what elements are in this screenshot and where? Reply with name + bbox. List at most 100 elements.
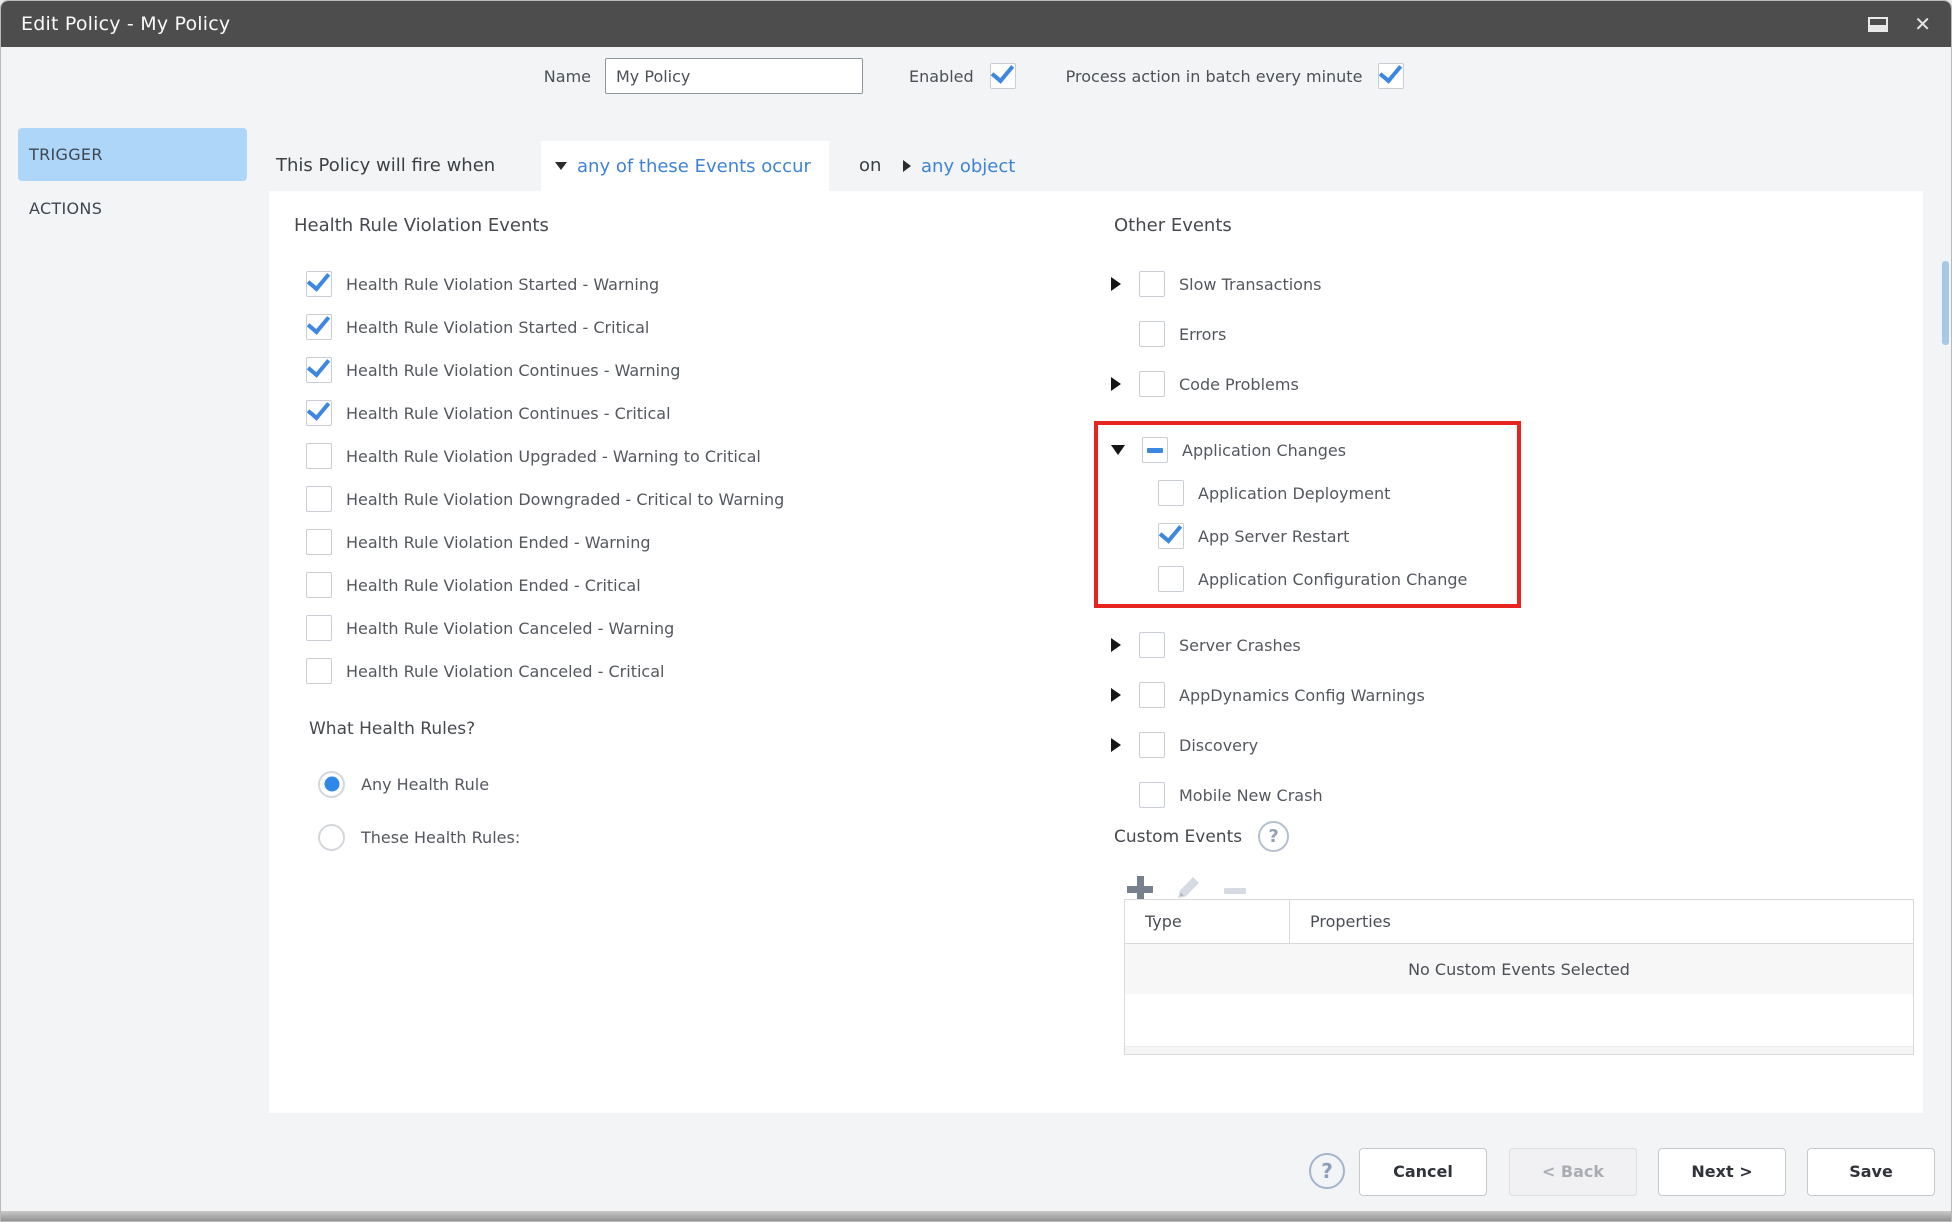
checkbox[interactable] — [306, 443, 332, 469]
event-group: Server Crashes — [1094, 632, 1534, 658]
checkbox-label[interactable]: App Server Restart — [1198, 527, 1349, 546]
radio-these-health-rules[interactable] — [318, 824, 345, 851]
chevron-right-icon — [903, 160, 911, 172]
checkbox-label[interactable]: Application Deployment — [1198, 484, 1390, 503]
add-custom-event-icon[interactable] — [1127, 876, 1153, 902]
checkbox[interactable] — [1139, 632, 1165, 658]
checkbox[interactable] — [1139, 321, 1165, 347]
checkbox-label[interactable]: Code Problems — [1179, 375, 1299, 394]
checkbox[interactable] — [1139, 782, 1165, 808]
checkbox[interactable] — [306, 572, 332, 598]
enabled-label: Enabled — [909, 67, 974, 86]
checkbox[interactable] — [1139, 271, 1165, 297]
object-dropdown[interactable]: any object — [903, 141, 1015, 191]
expand-arrow-icon[interactable] — [1111, 688, 1121, 702]
radio-row-any-health-rule[interactable]: Any Health Rule — [318, 769, 520, 799]
checkbox-label[interactable]: Application Changes — [1182, 441, 1346, 460]
checkbox[interactable] — [306, 271, 332, 297]
cancel-button[interactable]: Cancel — [1359, 1148, 1487, 1196]
checkbox-label[interactable]: Health Rule Violation Canceled - Critica… — [346, 662, 664, 681]
checkbox-label[interactable]: Health Rule Violation Continues - Critic… — [346, 404, 671, 423]
checkbox[interactable] — [306, 314, 332, 340]
edit-policy-dialog: Edit Policy - My Policy ✕ Name Enabled P… — [0, 0, 1952, 1222]
checkbox-label[interactable]: Server Crashes — [1179, 636, 1301, 655]
expand-arrow-icon[interactable] — [1111, 638, 1121, 652]
checkbox[interactable] — [306, 486, 332, 512]
other-event-row: AppDynamics Config Warnings — [1094, 682, 1534, 708]
health-event-row: Health Rule Violation Canceled - Critica… — [306, 658, 784, 684]
checkbox-label[interactable]: Mobile New Crash — [1179, 786, 1323, 805]
empty-table-row — [1125, 994, 1913, 1046]
health-event-row: Health Rule Violation Ended - Warning — [306, 529, 784, 555]
custom-events-help-icon[interactable]: ? — [1258, 821, 1289, 852]
other-event-row: Code Problems — [1094, 371, 1534, 397]
checkbox[interactable] — [1158, 523, 1184, 549]
scrollbar-thumb[interactable] — [1942, 261, 1949, 345]
other-event-row: Mobile New Crash — [1094, 782, 1534, 808]
arrow-spacer — [1111, 795, 1123, 796]
checkbox-label[interactable]: Discovery — [1179, 736, 1258, 755]
checkbox[interactable] — [1158, 566, 1184, 592]
checkbox-label[interactable]: Health Rule Violation Started - Critical — [346, 318, 649, 337]
checkbox[interactable] — [306, 357, 332, 383]
expand-arrow-icon[interactable] — [1111, 377, 1121, 391]
checkbox[interactable] — [1158, 480, 1184, 506]
object-label: any object — [921, 156, 1015, 177]
checkbox-label[interactable]: Health Rule Violation Downgraded - Criti… — [346, 490, 784, 509]
checkbox[interactable] — [306, 658, 332, 684]
what-health-rules-title: What Health Rules? — [309, 719, 475, 739]
title-bar: Edit Policy - My Policy ✕ — [1, 1, 1951, 47]
dialog-help-icon[interactable]: ? — [1309, 1153, 1345, 1189]
expand-arrow-icon[interactable] — [1111, 738, 1121, 752]
checkbox-label[interactable]: Health Rule Violation Continues - Warnin… — [346, 361, 680, 380]
checkbox[interactable] — [1139, 371, 1165, 397]
checkbox-label[interactable]: Health Rule Violation Canceled - Warning — [346, 619, 674, 638]
expand-arrow-icon[interactable] — [1111, 277, 1121, 291]
table-header: Type Properties — [1125, 900, 1913, 944]
health-event-row: Health Rule Violation Started - Warning — [306, 271, 784, 297]
checkbox-label[interactable]: Application Configuration Change — [1198, 570, 1467, 589]
empty-table-message: No Custom Events Selected — [1125, 944, 1913, 994]
save-button[interactable]: Save — [1807, 1148, 1935, 1196]
next-button[interactable]: Next > — [1658, 1148, 1786, 1196]
custom-events-table: Type Properties No Custom Events Selecte… — [1124, 899, 1914, 1055]
checkbox-label[interactable]: Health Rule Violation Ended - Critical — [346, 576, 641, 595]
batch-process-label: Process action in batch every minute — [1066, 67, 1363, 86]
checkbox-label[interactable]: AppDynamics Config Warnings — [1179, 686, 1425, 705]
checkbox[interactable] — [1139, 682, 1165, 708]
checkbox-label[interactable]: Slow Transactions — [1179, 275, 1321, 294]
back-button[interactable]: < Back — [1509, 1148, 1637, 1196]
custom-events-section: Custom Events ? — [1114, 821, 1289, 852]
event-group: Errors — [1094, 321, 1534, 347]
batch-process-checkbox[interactable] — [1378, 63, 1404, 89]
radio-label[interactable]: Any Health Rule — [361, 775, 489, 794]
checkbox[interactable] — [1142, 437, 1168, 463]
events-occur-dropdown[interactable]: any of these Events occur — [541, 141, 829, 191]
checkbox[interactable] — [306, 400, 332, 426]
enabled-checkbox[interactable] — [990, 63, 1016, 89]
other-event-row: Server Crashes — [1094, 632, 1534, 658]
collapse-arrow-icon[interactable] — [1111, 445, 1125, 455]
health-event-row: Health Rule Violation Canceled - Warning — [306, 615, 784, 641]
checkbox-label[interactable]: Health Rule Violation Ended - Warning — [346, 533, 650, 552]
checkbox[interactable] — [306, 615, 332, 641]
checkbox[interactable] — [1139, 732, 1165, 758]
close-icon[interactable]: ✕ — [1914, 14, 1931, 34]
radio-row-these-health-rules[interactable]: These Health Rules: — [318, 822, 520, 852]
policy-name-input[interactable] — [605, 58, 863, 94]
on-label: on — [859, 141, 881, 191]
maximize-icon[interactable] — [1868, 17, 1888, 32]
health-event-row: Health Rule Violation Continues - Warnin… — [306, 357, 784, 383]
checkbox-label[interactable]: Health Rule Violation Started - Warning — [346, 275, 659, 294]
health-events-title: Health Rule Violation Events — [294, 215, 549, 236]
edit-custom-event-icon[interactable] — [1175, 875, 1202, 902]
checkbox[interactable] — [306, 529, 332, 555]
checkbox-label[interactable]: Health Rule Violation Upgraded - Warning… — [346, 447, 761, 466]
remove-custom-event-icon[interactable] — [1224, 888, 1246, 894]
checkbox-label[interactable]: Errors — [1179, 325, 1226, 344]
health-rules-options: Any Health Rule These Health Rules: — [318, 769, 520, 875]
radio-any-health-rule[interactable] — [318, 771, 345, 798]
radio-label[interactable]: These Health Rules: — [361, 828, 520, 847]
sidebar-item-actions[interactable]: ACTIONS — [18, 189, 247, 229]
health-event-row: Health Rule Violation Ended - Critical — [306, 572, 784, 598]
